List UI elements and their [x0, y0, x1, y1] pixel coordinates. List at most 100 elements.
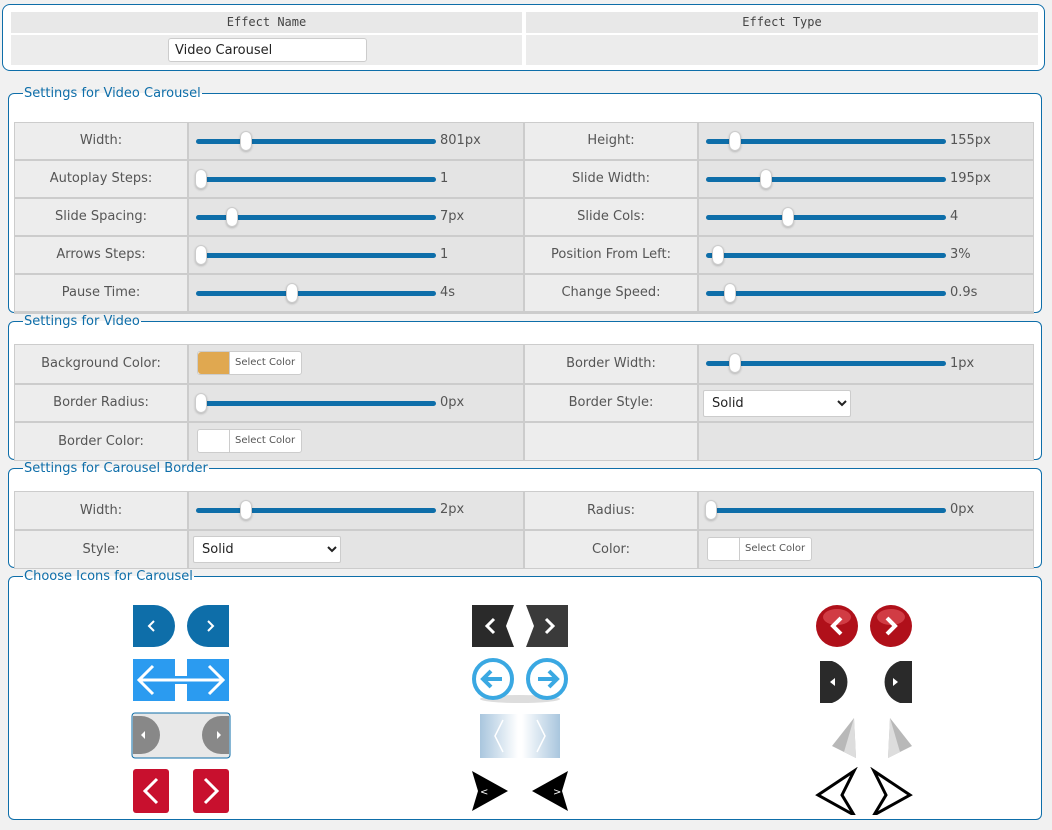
red-glossy-circle-arrows-icon[interactable]	[814, 603, 914, 649]
carousel-setting-slider[interactable]	[706, 283, 946, 303]
carousel-setting-label: Autoplay Steps:	[15, 161, 187, 197]
icon-chooser: Choose Icons for Carousel < >	[8, 569, 1042, 820]
effect-type-cell	[526, 35, 1038, 65]
border-width-label: Border Width:	[525, 345, 697, 383]
effect-type-header: Effect Type	[526, 12, 1038, 33]
carousel-border-width-value: 2px	[440, 502, 465, 517]
carousel-border-width-label: Width:	[15, 492, 187, 529]
select-color-label: Select Color	[235, 357, 296, 368]
carousel-setting-value: 0.9s	[950, 285, 978, 300]
slider-handle[interactable]	[760, 169, 772, 189]
red-square-arrows-icon[interactable]	[131, 767, 231, 815]
carousel-border-table: Width: 2px Radius: 0px Style: Solid Colo…	[14, 491, 1034, 569]
border-width-handle[interactable]	[728, 353, 741, 373]
carousel-border-radius-slider[interactable]	[704, 500, 946, 520]
slider-handle[interactable]	[712, 245, 724, 265]
select-color-label: Select Color	[235, 435, 296, 446]
carousel-border-radius-handle[interactable]	[704, 500, 717, 520]
slider-handle[interactable]	[724, 283, 736, 303]
carousel-setting-value: 155px	[950, 133, 991, 148]
carousel-setting-label: Position From Left:	[525, 237, 697, 273]
blue-long-arrows-icon[interactable]	[131, 657, 231, 703]
carousel-setting-slider[interactable]	[706, 169, 946, 189]
border-radius-value: 0px	[440, 395, 465, 410]
carousel-setting-label: Slide Width:	[525, 161, 697, 197]
video-settings-legend: Settings for Video	[24, 314, 140, 329]
carousel-setting-value: 3%	[950, 247, 971, 262]
effect-name-header: Effect Name	[11, 12, 522, 33]
carousel-setting-label: Width:	[15, 123, 187, 159]
carousel-setting-label: Height:	[525, 123, 697, 159]
border-color-label: Border Color:	[15, 423, 187, 460]
border-width-slider[interactable]	[706, 353, 946, 373]
carousel-setting-label: Slide Cols:	[525, 199, 697, 235]
carousel-settings-table: Width: 801px Height: 155px Autoplay Steps: 1 S…	[14, 122, 1034, 314]
effect-header-box: Effect Name Effect Type	[2, 4, 1045, 71]
carousel-setting-value: 4s	[440, 285, 456, 300]
slider-handle[interactable]	[728, 131, 741, 151]
carousel-border-style-label: Style:	[15, 531, 187, 568]
border-width-value: 1px	[950, 356, 975, 371]
carousel-setting-label: Change Speed:	[525, 275, 697, 311]
thin-gray-needle-arrows-icon[interactable]	[814, 712, 914, 760]
carousel-border-color-label: Color:	[525, 531, 697, 568]
carousel-border-radius-value: 0px	[950, 502, 975, 517]
carousel-setting-value: 7px	[440, 209, 465, 224]
carousel-setting-slider[interactable]	[196, 207, 436, 227]
slider-handle[interactable]	[194, 169, 207, 189]
select-color-label: Select Color	[745, 543, 806, 554]
svg-text:<: <	[480, 787, 488, 798]
carousel-setting-slider[interactable]	[194, 169, 436, 189]
carousel-setting-value: 4	[950, 209, 959, 224]
effect-name-input[interactable]	[168, 38, 367, 62]
border-color-button[interactable]: Select Color	[197, 429, 302, 453]
carousel-setting-value: 1	[440, 171, 449, 186]
carousel-border-width-handle[interactable]	[240, 500, 253, 520]
carousel-setting-label: Pause Time:	[15, 275, 187, 311]
black-triangle-arrows-icon[interactable]: < >	[470, 767, 570, 815]
video-settings: Settings for Video Background Color: Sel…	[8, 314, 1042, 461]
carousel-setting-slider[interactable]	[706, 245, 946, 265]
border-radius-label: Border Radius:	[15, 385, 187, 421]
gray-half-circle-arrows-icon[interactable]	[131, 712, 231, 760]
black-outline-pointer-arrows-icon[interactable]	[814, 767, 914, 815]
video-settings-table: Background Color: Select Color Border Wi…	[14, 344, 1034, 461]
carousel-setting-slider[interactable]	[706, 131, 946, 151]
carousel-setting-value: 1	[440, 247, 449, 262]
carousel-border-width-slider[interactable]	[196, 500, 436, 520]
carousel-border-settings: Settings for Carousel Border Width: 2px …	[8, 461, 1042, 569]
carousel-border-radius-label: Radius:	[525, 492, 697, 529]
black-chevron-arrows-icon[interactable]	[470, 603, 570, 649]
carousel-border-style-select[interactable]: Solid	[193, 536, 341, 563]
slider-handle[interactable]	[226, 207, 238, 227]
carousel-setting-slider[interactable]	[196, 283, 436, 303]
border-color-swatch	[198, 430, 230, 452]
carousel-setting-value: 195px	[950, 171, 991, 186]
blue-circle-arrows-icon[interactable]	[470, 657, 570, 705]
border-radius-slider[interactable]	[194, 393, 436, 413]
slider-handle[interactable]	[286, 283, 298, 303]
carousel-setting-slider[interactable]	[706, 207, 946, 227]
slider-handle[interactable]	[781, 207, 794, 227]
carousel-setting-label: Arrows Steps:	[15, 237, 187, 273]
border-style-label: Border Style:	[525, 385, 697, 421]
blue-rounded-arrows-icon[interactable]	[131, 603, 231, 649]
svg-text:>: >	[553, 787, 561, 798]
carousel-setting-value: 801px	[440, 133, 481, 148]
carousel-setting-label: Slide Spacing:	[15, 199, 187, 235]
icon-chooser-legend: Choose Icons for Carousel	[24, 569, 193, 584]
border-radius-handle[interactable]	[194, 393, 207, 413]
carousel-settings-legend: Settings for Video Carousel	[24, 86, 201, 101]
carousel-setting-slider[interactable]	[194, 245, 436, 265]
carousel-border-color-button[interactable]: Select Color	[707, 537, 812, 561]
carousel-border-color-swatch	[708, 538, 740, 560]
black-half-round-arrows-icon[interactable]	[814, 657, 914, 705]
background-color-button[interactable]: Select Color	[197, 351, 302, 375]
slider-handle[interactable]	[240, 131, 253, 151]
background-color-label: Background Color:	[15, 345, 187, 383]
light-blue-thin-arrows-icon[interactable]	[470, 712, 570, 760]
background-color-swatch	[198, 352, 230, 374]
slider-handle[interactable]	[194, 245, 207, 265]
border-style-select[interactable]: Solid	[703, 390, 851, 417]
carousel-setting-slider[interactable]	[196, 131, 436, 151]
